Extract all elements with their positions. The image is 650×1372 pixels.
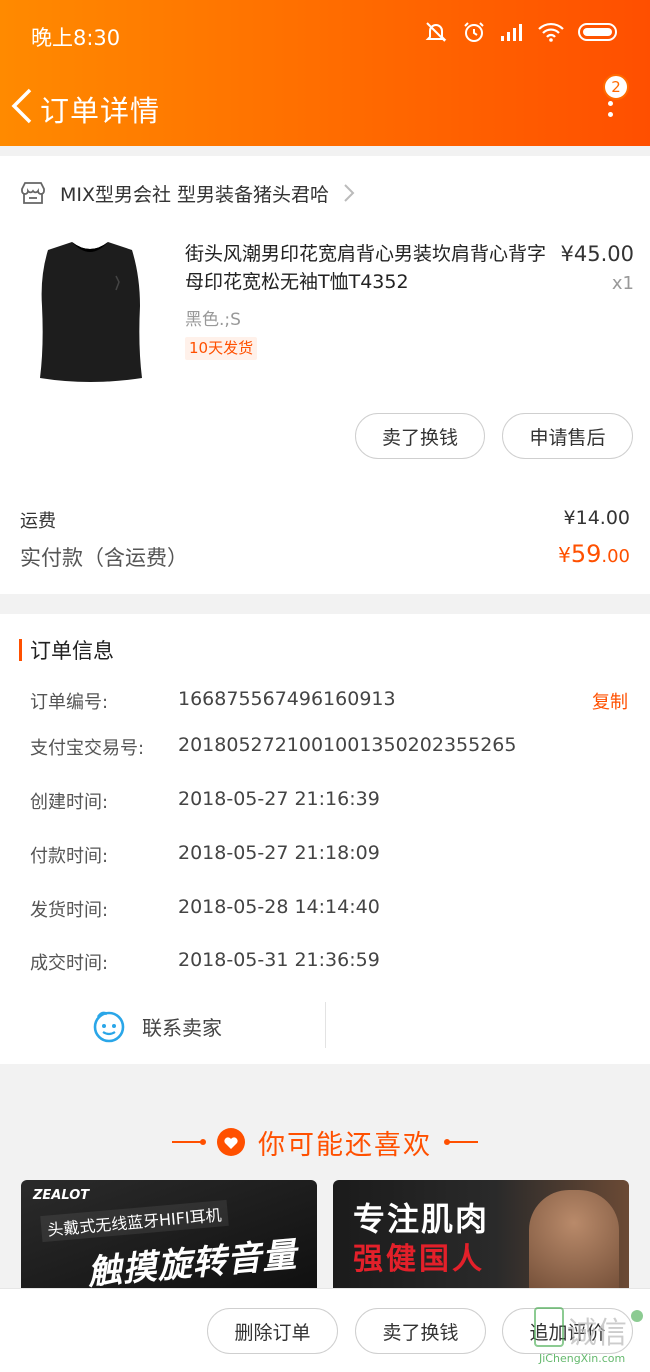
left-deco-line [172, 1139, 206, 1145]
shop-name: MIX型男会社 型男装备猪头君哈 [60, 183, 330, 206]
status-bar: 晚上8:30 [0, 0, 650, 70]
order-info-card: 订单信息 订单编号: 166875567496160913 复制 支付宝交易号:… [0, 614, 650, 1064]
paid-time-value: 2018-05-27 21:18:09 [178, 842, 380, 864]
product-quantity: x1 [611, 273, 634, 294]
recommend-item-1-line2: 触摸旋转音量 [85, 1234, 299, 1290]
chevron-left-icon [11, 88, 32, 124]
more-dots-icon [608, 101, 613, 123]
right-deco-line [444, 1139, 478, 1145]
chat-smile-icon [93, 1011, 125, 1043]
message-badge: 2 [603, 74, 629, 100]
site-watermark: 诚信 JiChengXin.com [525, 1300, 650, 1370]
order-number-label: 订单编号: [30, 692, 109, 713]
created-time-value: 2018-05-27 21:16:39 [178, 788, 380, 810]
contact-seller-button[interactable]: 联系卖家 [92, 1008, 222, 1044]
alipay-trade-value: 2018052721001001350202355265 [178, 734, 517, 756]
total-paid-currency: ¥ [558, 543, 571, 567]
product-image[interactable] [28, 236, 152, 388]
shop-row[interactable]: MIX型男会社 型男装备猪头君哈 [20, 178, 355, 208]
shop-icon [21, 182, 45, 204]
battery-icon [578, 22, 620, 42]
total-paid-integer: 59 [570, 540, 602, 568]
contact-divider [325, 1002, 326, 1048]
order-number-value: 166875567496160913 [178, 688, 396, 710]
recommend-item-2-line2: 强健国人 [353, 1242, 485, 1277]
recommend-title: 你可能还喜欢 [258, 1129, 432, 1161]
back-button[interactable] [6, 86, 42, 126]
product-sku: 黑色.;S [185, 310, 241, 330]
recommend-item-headphones[interactable]: ZEALOT 头戴式无线蓝牙HIFI耳机 触摸旋转音量 [21, 1180, 317, 1290]
section-accent-bar [19, 639, 22, 661]
alarm-icon [462, 20, 486, 44]
chevron-right-icon [344, 184, 355, 202]
watermark-url: JiChengXin.com [539, 1352, 626, 1365]
completed-time-value: 2018-05-31 21:36:59 [178, 949, 380, 971]
delete-order-button[interactable]: 删除订单 [207, 1308, 338, 1354]
order-info-title: 订单信息 [30, 639, 114, 663]
shipping-fee-label: 运费 [20, 511, 56, 532]
more-menu-button[interactable]: 2 [592, 70, 632, 130]
shipping-tag: 10天发货 [185, 337, 258, 360]
created-time-label: 创建时间: [30, 792, 109, 813]
shipped-time-value: 2018-05-28 14:14:40 [178, 896, 380, 918]
status-icons [424, 20, 620, 44]
order-item-card: MIX型男会社 型男装备猪头君哈 街头风潮男印花宽肩背心男装坎肩背心背字母印花宽… [0, 156, 650, 594]
shipped-time-label: 发货时间: [30, 900, 109, 921]
contact-seller-label: 联系卖家 [142, 1015, 222, 1040]
wifi-icon [538, 22, 564, 42]
total-paid-value: ¥59.00 [558, 540, 630, 568]
completed-time-label: 成交时间: [30, 953, 109, 974]
heart-icon [217, 1128, 245, 1156]
signal-icon [500, 22, 524, 42]
apply-after-sale-button[interactable]: 申请售后 [502, 413, 633, 459]
shipping-fee-value: ¥14.00 [563, 507, 630, 529]
athlete-figure [529, 1190, 619, 1290]
sell-for-cash-bottom-button[interactable]: 卖了换钱 [355, 1308, 486, 1354]
status-time: 晚上8:30 [31, 26, 121, 50]
recommend-header: 你可能还喜欢 [0, 1122, 650, 1162]
recommend-item-fitness[interactable]: 专注肌肉 强健国人 [333, 1180, 629, 1290]
product-title[interactable]: 街头风潮男印花宽肩背心男装坎肩背心背字母印花宽松无袖T恤T4352 [185, 240, 547, 296]
total-paid-decimal: .00 [601, 546, 630, 567]
page-title: 订单详情 [40, 94, 161, 128]
watermark-text: 诚信 [567, 1316, 627, 1351]
copy-order-number-button[interactable]: 复制 [592, 688, 628, 714]
paid-time-label: 付款时间: [30, 846, 109, 867]
total-paid-label: 实付款（含运费） [20, 546, 188, 570]
sell-for-cash-button[interactable]: 卖了换钱 [355, 413, 485, 459]
app-header: 晚上8:30 订单详情 2 [0, 0, 650, 146]
alipay-trade-label: 支付宝交易号: [30, 738, 145, 759]
recommend-brand: ZEALOT [33, 1188, 90, 1203]
mute-icon [424, 20, 448, 44]
product-price: ¥45.00 [560, 242, 634, 266]
